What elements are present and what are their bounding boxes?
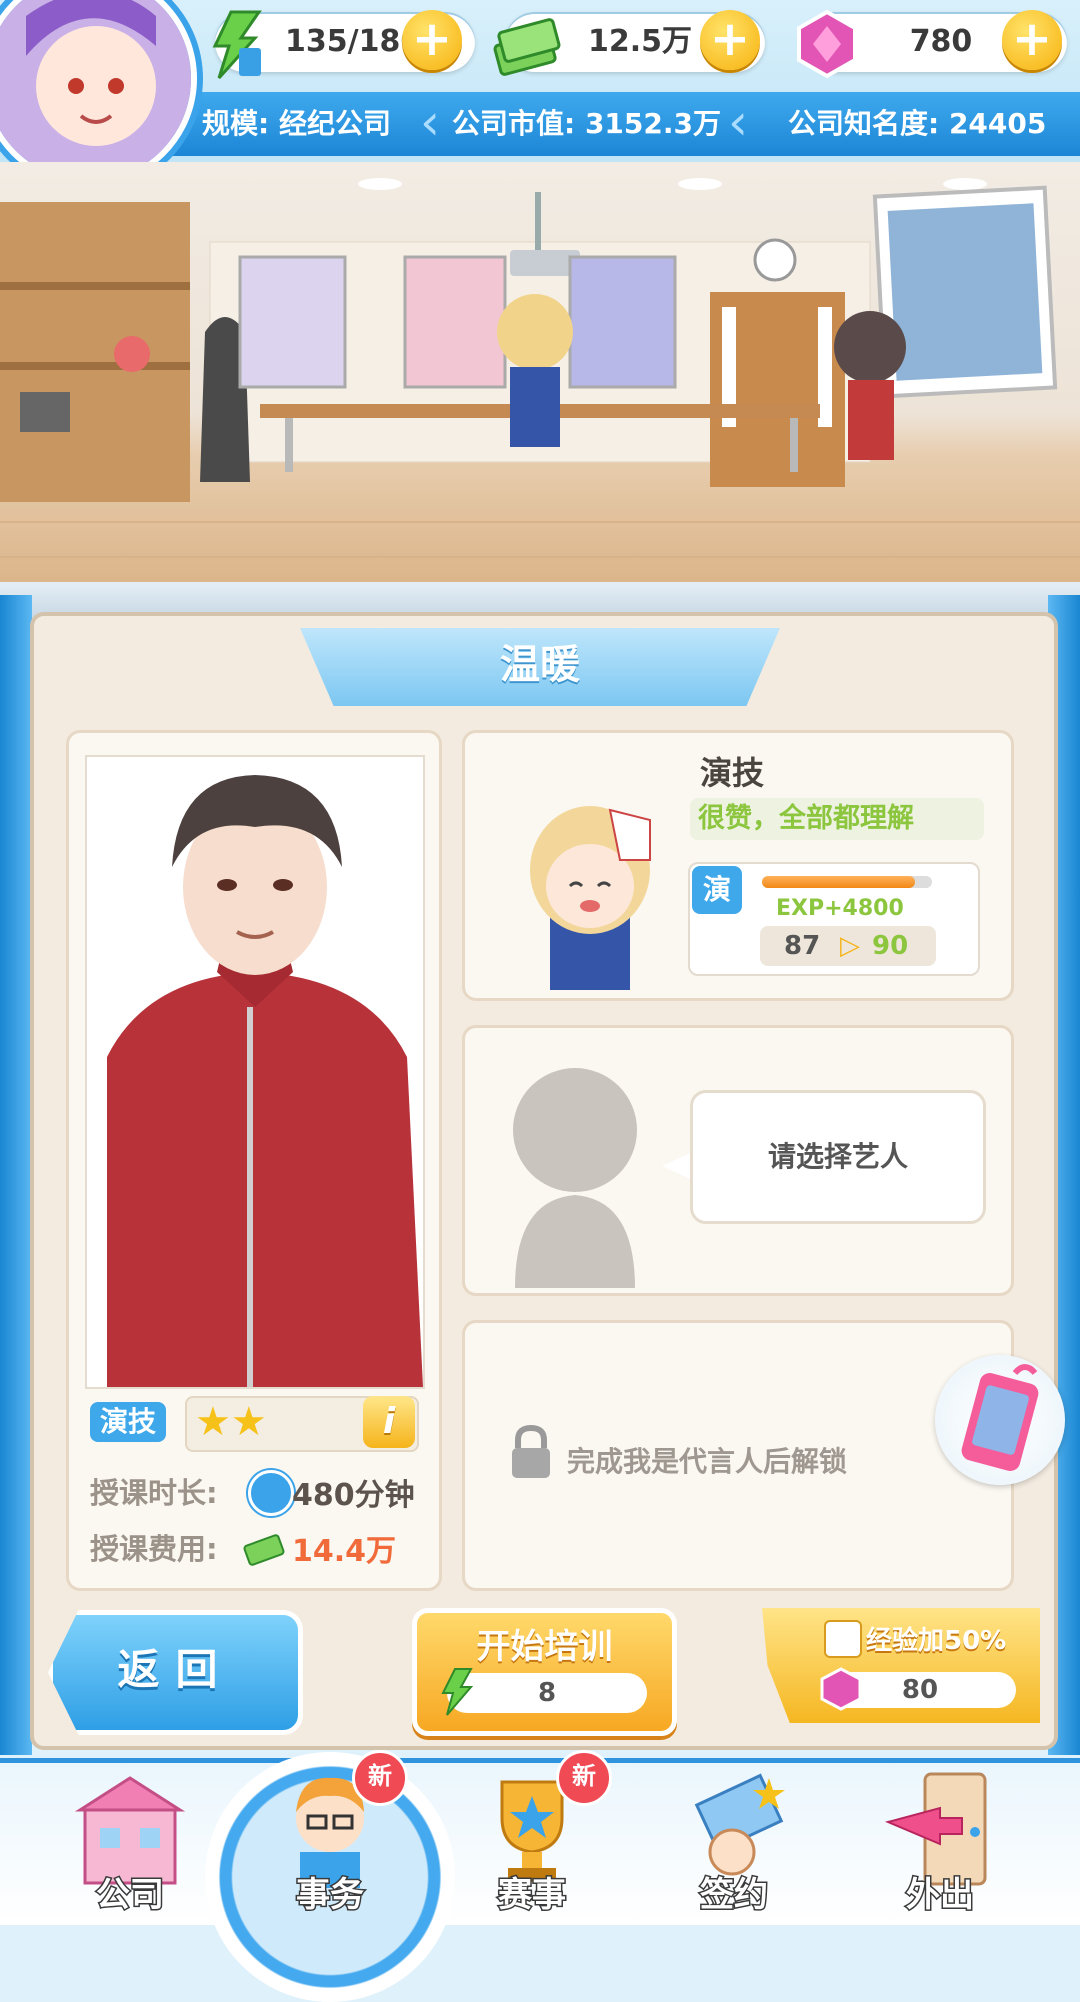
new-badge: 新 [556, 1750, 612, 1806]
cash-stack-icon [493, 18, 561, 76]
divider-chevron-icon: ‹ [728, 93, 748, 151]
teacher-portrait [85, 755, 425, 1389]
lock-icon [508, 1424, 554, 1480]
room-illustration [0, 178, 1080, 558]
teacher-skill-tag: 演技 [90, 1402, 166, 1442]
training-comment: 很赞，全部都理解 [690, 798, 984, 840]
company-scale: 规模: 经纪公司 [202, 107, 391, 140]
exp-bonus-label: 经验加50% [866, 1626, 1007, 1656]
star-rating-icon: ★★ [195, 1399, 267, 1445]
training-skill-name: 演技 [700, 754, 765, 792]
nav-label-events: 赛事 [497, 1874, 568, 1917]
nav-label-outing: 外出 [905, 1874, 976, 1917]
nav-item-sign[interactable]: 签约 [634, 1758, 834, 1920]
company-market-value: 公司市值: 3152.3万 [452, 107, 721, 140]
start-training-button[interactable]: 开始培训 8 [412, 1608, 677, 1736]
level-change: 87 ▷ 90 [760, 926, 936, 966]
exp-gain: EXP+4800 [776, 896, 904, 921]
duration-value: 480分钟 [292, 1478, 415, 1513]
nav-item-company[interactable]: 公司 [30, 1758, 230, 1920]
silhouette-icon [495, 1050, 655, 1288]
lightning-hourglass-icon [212, 10, 262, 80]
start-training-cost: 8 [447, 1673, 647, 1713]
nav-label-company: 公司 [95, 1874, 166, 1917]
exp-bonus-checkbox[interactable] [824, 1620, 862, 1658]
fee-label: 授课费用: [90, 1532, 218, 1566]
panel-title: 温暖 [300, 628, 780, 706]
add-cash-button[interactable]: + [700, 10, 760, 70]
stamina-value: 135/180 [285, 24, 422, 59]
cash-value: 12.5万 [587, 24, 693, 59]
duration-label: 授课时长: [90, 1476, 218, 1510]
lightning-icon [441, 1668, 474, 1716]
fee-value: 14.4万 [292, 1534, 397, 1569]
new-badge: 新 [352, 1750, 408, 1806]
artist-chibi [510, 790, 670, 990]
level-from: 87 [784, 931, 821, 961]
nav-label-affairs: 事务 [295, 1874, 366, 1917]
select-artist-prompt[interactable]: 请选择艺人 [690, 1090, 986, 1224]
cash-stack-icon [242, 1524, 286, 1568]
start-training-label: 开始培训 [476, 1627, 613, 1667]
player-avatar[interactable] [0, 0, 197, 187]
level-to: 90 [872, 931, 909, 961]
gem-value: 780 [909, 24, 973, 59]
training-room-scene [0, 162, 1080, 582]
nav-label-sign: 签约 [699, 1874, 770, 1917]
nav-item-affairs[interactable]: 新 事务 [230, 1750, 430, 1920]
add-gems-button[interactable]: + [1002, 10, 1062, 70]
exp-bonus-option[interactable]: 经验加50% 80 [762, 1608, 1040, 1723]
teacher-illustration [107, 775, 423, 1387]
exp-bar-fill [762, 876, 915, 888]
phone-button[interactable] [935, 1355, 1065, 1485]
player-portrait-icon [0, 0, 191, 181]
top-hud: 135/180 + 12.5万 + 780 + 规模: 经纪公司 ‹ 公司市值:… [0, 0, 1080, 187]
add-stamina-button[interactable]: + [402, 10, 462, 70]
nav-item-events[interactable]: 新 赛事 [432, 1750, 632, 1920]
divider-chevron-icon: ‹ [420, 93, 440, 151]
speech-bubble-tail [662, 1152, 692, 1180]
nav-item-outing[interactable]: 外出 [840, 1758, 1040, 1920]
pink-gem-icon [820, 1667, 862, 1711]
pink-gem-icon [797, 9, 857, 79]
arrow-right-icon: ▷ [840, 931, 860, 961]
panel-side-left [0, 595, 32, 1755]
alarm-clock-icon [248, 1470, 294, 1516]
unlock-requirement: 完成我是代言人后解锁 [567, 1445, 848, 1478]
info-button[interactable]: i [363, 1396, 415, 1448]
back-button[interactable]: 返回 [48, 1610, 303, 1735]
phone-icon [961, 1364, 1039, 1471]
skill-type-tag: 演 [692, 866, 742, 914]
company-stats-bar: 规模: 经纪公司 ‹ 公司市值: 3152.3万 ‹ 公司知名度: 24405 [150, 92, 1080, 156]
company-fame: 公司知名度: 24405 [788, 107, 1047, 140]
